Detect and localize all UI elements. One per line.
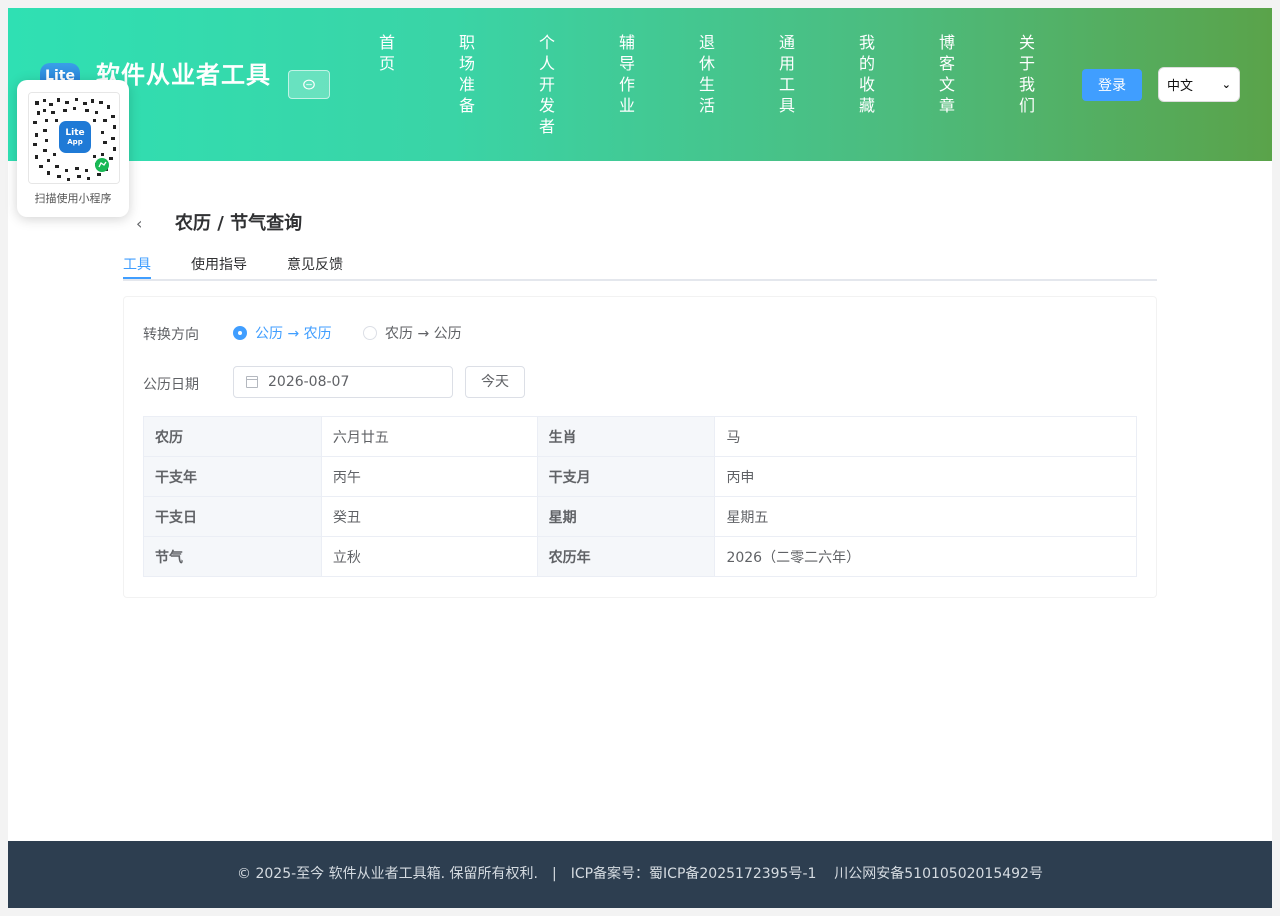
- qr-code-icon: Lite App: [29, 93, 119, 183]
- radio-unchecked-icon: [363, 326, 377, 340]
- result-value: 丙午: [320, 456, 538, 497]
- nav-career[interactable]: 职场准备: [456, 32, 478, 116]
- back-arrow-icon[interactable]: ‹: [136, 214, 142, 233]
- radio-label: 公历 → 农历: [255, 326, 332, 342]
- nav-homework[interactable]: 辅导作业: [616, 32, 638, 116]
- table-row: 节气 立秋 农历年 2026（二零二六年）: [143, 536, 1137, 577]
- radio-lunar-to-solar[interactable]: 农历 → 公历: [363, 323, 462, 343]
- calendar-icon: [246, 376, 258, 388]
- nav-retirement[interactable]: 退休生活: [696, 32, 718, 116]
- direction-label: 转换方向: [143, 327, 199, 343]
- result-key: 干支日: [143, 496, 322, 537]
- result-value: 六月廿五: [320, 416, 538, 457]
- site-footer: © 2025-至今 软件从业者工具箱. 保留所有权利. | ICP备案号：蜀ICP备…: [8, 841, 1272, 908]
- table-row: 农历 六月廿五 生肖 马: [143, 416, 1137, 457]
- nav-blog[interactable]: 博客文章: [936, 32, 958, 116]
- date-picker-input[interactable]: 2026-08-07: [233, 366, 453, 398]
- result-key: 干支年: [143, 456, 322, 497]
- nav-home[interactable]: 首页: [376, 32, 398, 74]
- nav-favorites[interactable]: 我的收藏: [856, 32, 878, 116]
- qr-caption: 扫描使用小程序: [34, 192, 112, 205]
- result-value: 马: [714, 416, 1137, 457]
- radio-checked-icon: [233, 326, 247, 340]
- nav-about[interactable]: 关于我们: [1016, 32, 1038, 116]
- result-value: 癸丑: [320, 496, 538, 537]
- date-label: 公历日期: [143, 377, 199, 393]
- page-title: 农历 / 节气查询: [175, 213, 303, 234]
- chat-bubble-icon: [303, 79, 315, 90]
- tab-tool[interactable]: 工具: [123, 254, 151, 274]
- nav-tools[interactable]: 通用工具: [776, 32, 798, 116]
- copyright-text: © 2025-至今 软件从业者工具箱. 保留所有权利.: [237, 866, 538, 882]
- result-key: 生肖: [536, 416, 716, 457]
- result-key: 农历: [143, 416, 322, 457]
- language-value: 中文: [1167, 79, 1194, 94]
- radio-label: 农历 → 公历: [385, 326, 462, 342]
- police-record-link[interactable]: 川公网安备51010502015492号: [834, 866, 1043, 882]
- result-key: 干支月: [536, 456, 716, 497]
- qr-badge-text: Lite: [65, 128, 84, 138]
- icp-link[interactable]: ICP备案号：蜀ICP备2025172395号-1: [571, 866, 817, 882]
- chevron-down-icon: ⌄: [1221, 78, 1231, 91]
- result-key: 星期: [536, 496, 716, 537]
- result-value: 丙申: [714, 456, 1137, 497]
- language-select[interactable]: 中文 ⌄: [1158, 67, 1240, 102]
- miniprogram-qr-card: Lite App 扫描使用小程序: [17, 80, 129, 217]
- nav-indie-dev[interactable]: 个人开发者: [536, 32, 558, 137]
- login-button[interactable]: 登录: [1082, 69, 1142, 101]
- result-value: 立秋: [320, 536, 538, 577]
- result-value: 2026（二零二六年）: [714, 536, 1137, 577]
- result-key: 节气: [143, 536, 322, 577]
- table-row: 干支年 丙午 干支月 丙申: [143, 456, 1137, 497]
- date-value: 2026-08-07: [268, 374, 350, 390]
- today-button[interactable]: 今天: [465, 366, 525, 398]
- site-header: Lite 软件从业者工具 首页 职场准备 个人开发者 辅导作业 退休生活 通用工…: [8, 8, 1272, 161]
- tab-bar: 工具 使用指导 意见反馈: [123, 252, 1157, 281]
- qr-code-image[interactable]: Lite App: [28, 92, 120, 184]
- result-key: 农历年: [536, 536, 716, 577]
- result-value: 星期五: [714, 496, 1137, 537]
- qr-badge-text: App: [67, 138, 82, 146]
- active-tab-indicator: [123, 277, 151, 279]
- table-row: 干支日 癸丑 星期 星期五: [143, 496, 1137, 537]
- tab-feedback[interactable]: 意见反馈: [287, 254, 343, 274]
- result-table: 农历 六月廿五 生肖 马 干支年 丙午 干支月 丙申 干支日 癸丑 星期 星期五…: [143, 416, 1137, 577]
- footer-separator: |: [551, 866, 557, 882]
- wechat-button[interactable]: [288, 70, 330, 99]
- radio-solar-to-lunar[interactable]: 公历 → 农历: [233, 323, 332, 343]
- tab-guide[interactable]: 使用指导: [191, 254, 247, 274]
- page-frame: Lite 软件从业者工具 首页 职场准备 个人开发者 辅导作业 退休生活 通用工…: [8, 8, 1272, 908]
